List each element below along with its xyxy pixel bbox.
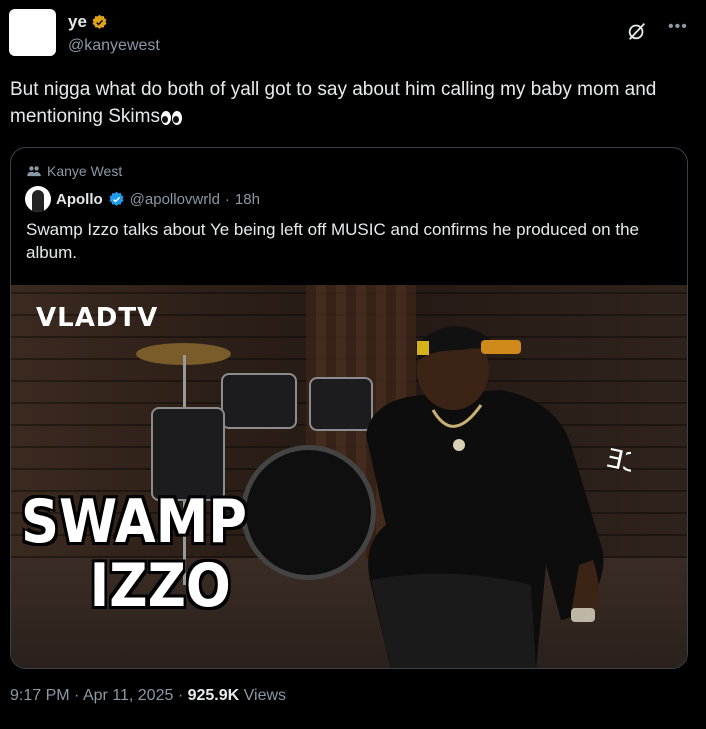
quoted-media-image[interactable]: SILENCE VLADTV SWAMP IZZO — [11, 285, 687, 668]
quoted-time[interactable]: 18h — [235, 191, 260, 208]
author-handle[interactable]: @kanyewest — [68, 37, 160, 55]
quoted-author-row: Apollo @apollovwrld · 18h — [25, 186, 260, 212]
vladtv-logo: VLADTV — [36, 303, 159, 333]
tom-drum — [221, 373, 297, 429]
shirt-text: SILENCE — [604, 444, 631, 496]
views-label[interactable]: Views — [244, 687, 286, 704]
tweet-date[interactable]: Apr 11, 2025 — [83, 687, 173, 704]
author-name[interactable]: ye — [68, 12, 87, 32]
author-name-row: ye — [68, 12, 108, 32]
separator-dot: · — [177, 687, 184, 704]
tweet-time[interactable]: 9:17 PM — [10, 687, 70, 704]
verified-badge-icon — [109, 191, 124, 206]
quoted-author-name[interactable]: Apollo — [56, 191, 103, 208]
tweet-text: But nigga what do both of yall got to sa… — [10, 76, 696, 130]
reposted-by-label[interactable]: Kanye West — [47, 163, 122, 179]
quoted-author-avatar[interactable] — [25, 186, 51, 212]
reposted-indicator: Kanye West — [27, 163, 122, 179]
eyes-emoji-icon — [160, 111, 182, 125]
views-count[interactable]: 925.9K — [188, 687, 240, 704]
grok-icon[interactable] — [626, 20, 648, 42]
quoted-tweet-text: Swamp Izzo talks about Ye being left off… — [26, 220, 639, 262]
title-line-2: IZZO — [89, 551, 231, 621]
separator-dot: · — [224, 190, 230, 208]
quoted-tweet-card[interactable]: Kanye West Apollo @apollovwrld · 18h Swa… — [10, 147, 688, 669]
video-title-overlay: SWAMP IZZO — [21, 490, 247, 618]
tweet-body: But nigga what do both of yall got to sa… — [10, 79, 657, 127]
separator-dot: · — [74, 687, 80, 704]
tweet-metadata: 9:17 PM · Apr 11, 2025 · 925.9K Views — [10, 687, 286, 705]
verified-badge-icon — [92, 14, 107, 29]
person-figure: SILENCE — [366, 326, 631, 668]
avatar[interactable] — [9, 9, 56, 56]
people-icon — [27, 166, 41, 177]
title-line-1: SWAMP — [21, 487, 248, 557]
quoted-author-handle[interactable]: @apollovwrld — [130, 191, 220, 208]
more-options-icon[interactable]: ••• — [668, 18, 688, 36]
